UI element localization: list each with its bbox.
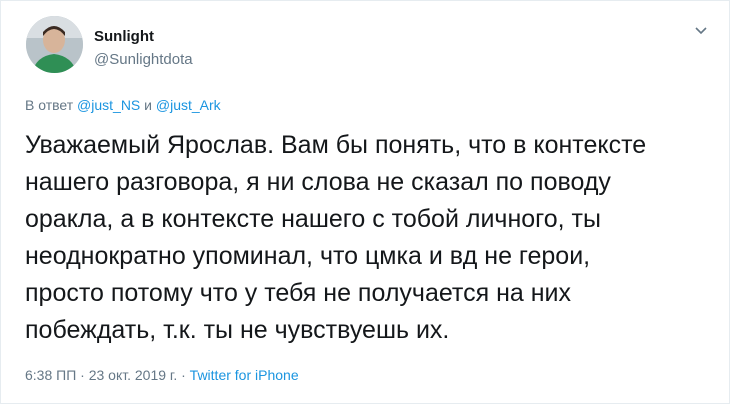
tweet-meta: 6:38 ПП · 23 окт. 2019 г. · Twitter for …	[25, 367, 299, 383]
avatar[interactable]	[26, 16, 83, 73]
author-handle[interactable]: @Sunlightdota	[94, 51, 193, 68]
tweet-card: Sunlight @Sunlightdota В ответ @just_NS …	[0, 0, 730, 404]
tweet-time[interactable]: 6:38 ПП	[25, 367, 76, 383]
meta-separator-2: ·	[181, 367, 186, 383]
meta-separator: ·	[80, 367, 85, 383]
tweet-date[interactable]: 23 окт. 2019 г.	[89, 367, 178, 383]
reply-context: В ответ @just_NS и @just_Ark	[25, 97, 221, 113]
reply-mention-2[interactable]: @just_Ark	[156, 97, 221, 113]
avatar-photo	[26, 16, 83, 73]
reply-prefix: В ответ	[25, 97, 74, 113]
author-name[interactable]: Sunlight	[94, 28, 154, 45]
reply-mention-1[interactable]: @just_NS	[77, 97, 140, 113]
chevron-down-icon[interactable]	[691, 23, 711, 39]
tweet-text: Уважаемый Ярослав. Вам бы понять, что в …	[25, 131, 647, 344]
reply-joiner: и	[144, 97, 152, 113]
tweet-source[interactable]: Twitter for iPhone	[190, 367, 299, 383]
